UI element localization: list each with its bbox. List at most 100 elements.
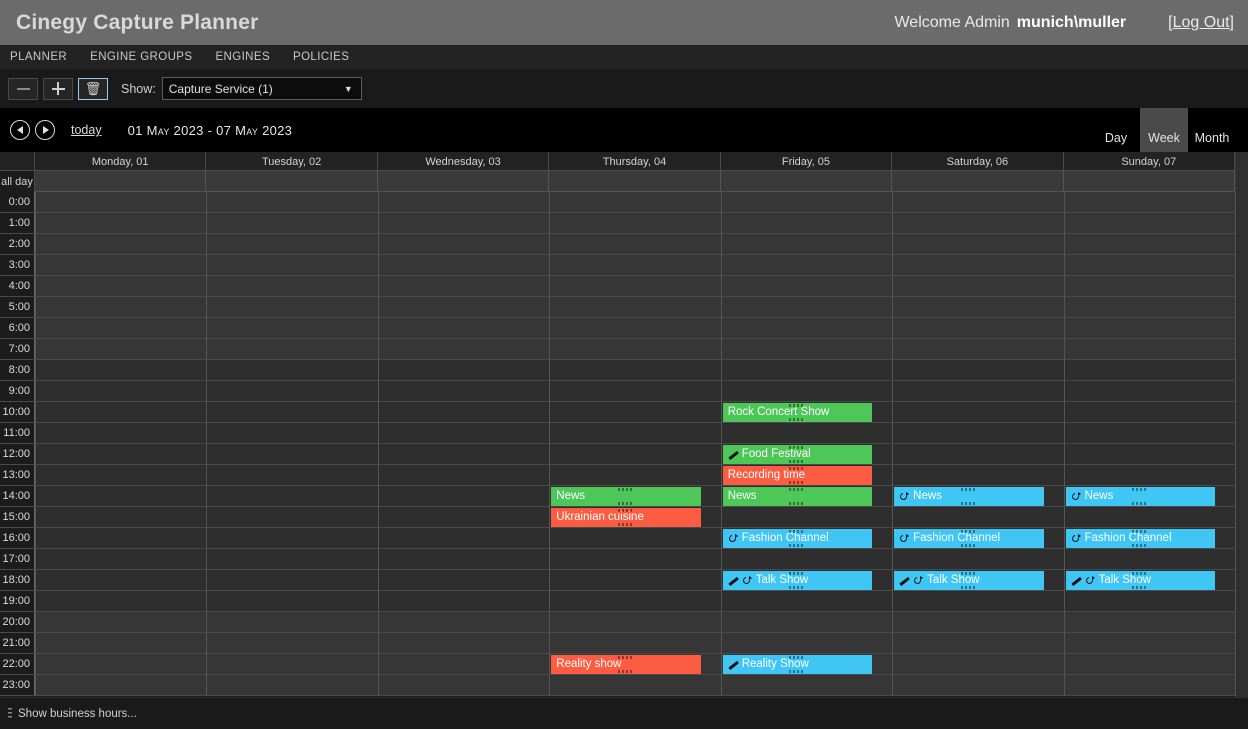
calendar-event[interactable]: Ukrainian cuisine	[551, 508, 700, 527]
calendar-time-grid[interactable]: 0:001:002:003:004:005:006:007:008:009:00…	[0, 192, 1235, 696]
event-resize-handle-bottom[interactable]	[618, 502, 634, 505]
hour-label: 14:00	[0, 486, 35, 506]
vertical-scrollbar-thumb[interactable]	[1236, 152, 1248, 697]
minus-icon	[17, 88, 30, 90]
calendar-day-header[interactable]: Friday, 05	[721, 152, 892, 171]
event-resize-handle-top[interactable]	[961, 572, 977, 575]
menu-item-engine-groups[interactable]: ENGINE GROUPS	[90, 51, 192, 63]
event-resize-handle-bottom[interactable]	[789, 481, 805, 484]
calendar-event[interactable]: News	[723, 487, 872, 506]
calendar-day-header[interactable]: Tuesday, 02	[206, 152, 377, 171]
calendar-event[interactable]: Food Festival	[723, 445, 872, 464]
event-resize-handle-top[interactable]	[789, 656, 805, 659]
repeat-icon	[899, 492, 909, 502]
event-resize-handle-bottom[interactable]	[789, 460, 805, 463]
event-resize-handle-top[interactable]	[789, 530, 805, 533]
all-day-cell[interactable]	[35, 171, 206, 192]
event-resize-handle-top[interactable]	[789, 467, 805, 470]
event-icons	[728, 576, 752, 586]
calendar-event[interactable]: Reality Show	[723, 655, 872, 674]
event-resize-handle-bottom[interactable]	[789, 418, 805, 421]
event-title: Recording time	[728, 470, 805, 482]
calendar-event[interactable]: News	[894, 487, 1043, 506]
event-resize-handle-bottom[interactable]	[961, 502, 977, 505]
event-title: Talk Show	[1099, 575, 1151, 587]
vertical-scrollbar[interactable]	[1236, 152, 1248, 697]
prev-week-button[interactable]	[10, 120, 30, 140]
event-resize-handle-top[interactable]	[618, 488, 634, 491]
calendar-event[interactable]: News	[551, 487, 700, 506]
event-resize-handle-top[interactable]	[1132, 572, 1148, 575]
event-icons	[728, 450, 738, 460]
calendar-event[interactable]: Talk Show	[723, 571, 872, 590]
event-resize-handle-top[interactable]	[961, 530, 977, 533]
event-resize-handle-bottom[interactable]	[1132, 586, 1148, 589]
event-icons	[1071, 492, 1081, 502]
calendar-event[interactable]: Fashion Channel	[1066, 529, 1215, 548]
calendar-event[interactable]: News	[1066, 487, 1215, 506]
event-resize-handle-top[interactable]	[618, 509, 634, 512]
event-resize-handle-top[interactable]	[618, 656, 634, 659]
event-resize-handle-top[interactable]	[1132, 530, 1148, 533]
all-day-cell[interactable]	[721, 171, 892, 192]
calendar-hour-row: 0:00	[0, 192, 1235, 213]
event-resize-handle-top[interactable]	[961, 488, 977, 491]
calendar-day-header[interactable]: Saturday, 06	[892, 152, 1063, 171]
all-day-cell[interactable]	[892, 171, 1063, 192]
view-button-month[interactable]: Month	[1188, 108, 1236, 152]
repeat-icon	[1085, 576, 1095, 586]
menu-item-policies[interactable]: POLICIES	[293, 51, 349, 63]
all-day-cell[interactable]	[378, 171, 549, 192]
event-resize-handle-bottom[interactable]	[789, 586, 805, 589]
event-resize-handle-bottom[interactable]	[1132, 502, 1148, 505]
logout-link[interactable]: [Log Out]	[1168, 14, 1234, 32]
event-resize-handle-top[interactable]	[789, 446, 805, 449]
event-resize-handle-bottom[interactable]	[1132, 544, 1148, 547]
all-day-cell[interactable]	[206, 171, 377, 192]
event-resize-handle-top[interactable]	[789, 404, 805, 407]
menu-item-engines[interactable]: ENGINES	[215, 51, 270, 63]
event-resize-handle-top[interactable]	[1132, 488, 1148, 491]
collapse-button[interactable]	[8, 78, 38, 100]
event-resize-handle-top[interactable]	[789, 572, 805, 575]
event-resize-handle-bottom[interactable]	[618, 523, 634, 526]
event-resize-handle-bottom[interactable]	[789, 544, 805, 547]
calendar-day-header[interactable]: Monday, 01	[35, 152, 206, 171]
calendar-event[interactable]: Fashion Channel	[894, 529, 1043, 548]
event-resize-handle-bottom[interactable]	[618, 670, 634, 673]
calendar-event[interactable]: Fashion Channel	[723, 529, 872, 548]
arrow-right-icon	[43, 126, 49, 134]
hour-label: 15:00	[0, 507, 35, 527]
event-resize-handle-bottom[interactable]	[961, 544, 977, 547]
next-week-button[interactable]	[35, 120, 55, 140]
calendar-hour-row: 16:00	[0, 528, 1235, 549]
calendar-day-header[interactable]: Sunday, 07	[1064, 152, 1235, 171]
today-button[interactable]: today	[71, 123, 102, 137]
delete-button[interactable]: 🗑	[78, 78, 108, 100]
calendar-event[interactable]: Recording time	[723, 466, 872, 485]
grip-icon[interactable]	[8, 708, 12, 719]
calendar-day-header[interactable]: Thursday, 04	[549, 152, 720, 171]
service-select-value: Capture Service (1)	[169, 82, 273, 96]
event-resize-handle-bottom[interactable]	[961, 586, 977, 589]
logout-label: Log Out	[1173, 14, 1230, 31]
hour-label: 21:00	[0, 633, 35, 653]
plus-icon	[52, 82, 65, 95]
all-day-cell[interactable]	[549, 171, 720, 192]
event-resize-handle-top[interactable]	[789, 488, 805, 491]
calendar-event[interactable]: Talk Show	[1066, 571, 1215, 590]
service-select[interactable]: Capture Service (1) ▼	[162, 77, 362, 100]
calendar-event[interactable]: Rock Concert Show	[723, 403, 872, 422]
calendar-event[interactable]: Talk Show	[894, 571, 1043, 590]
add-button[interactable]	[43, 78, 73, 100]
logout-bracket-close: ]	[1230, 14, 1234, 31]
view-button-week[interactable]: Week	[1140, 108, 1188, 152]
calendar-day-header[interactable]: Wednesday, 03	[378, 152, 549, 171]
calendar-event[interactable]: Reality show	[551, 655, 700, 674]
all-day-cell[interactable]	[1064, 171, 1235, 192]
view-button-day[interactable]: Day	[1092, 108, 1140, 152]
event-resize-handle-bottom[interactable]	[789, 670, 805, 673]
menu-item-planner[interactable]: PLANNER	[10, 51, 67, 63]
show-business-hours-link[interactable]: Show business hours...	[18, 708, 137, 720]
event-resize-handle-bottom[interactable]	[789, 502, 805, 505]
